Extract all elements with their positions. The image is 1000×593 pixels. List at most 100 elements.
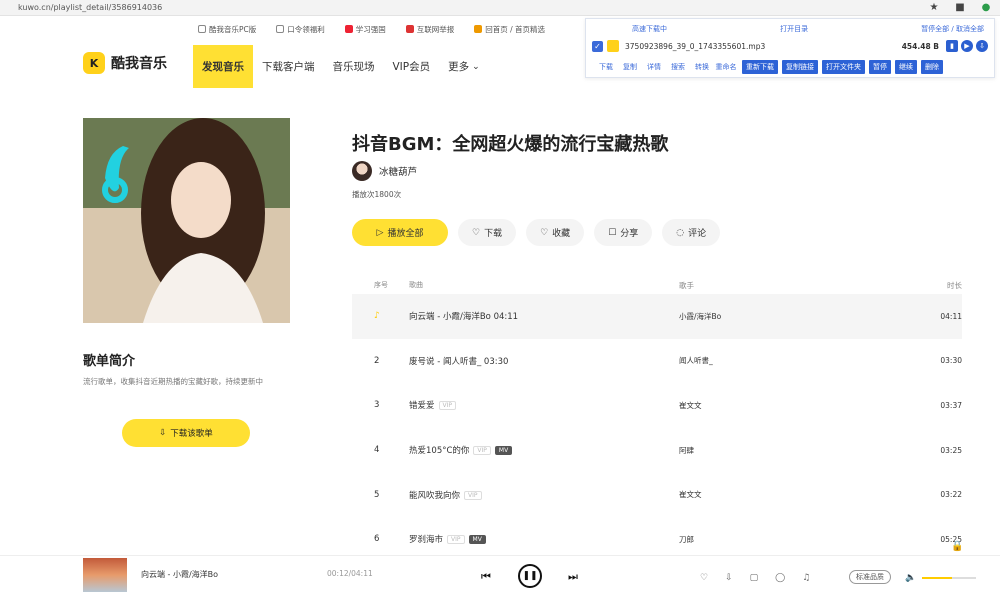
extension-icon[interactable]: ■ [954, 2, 966, 13]
song-artist[interactable]: 闻人听書_ [679, 355, 929, 366]
header-song: 歌曲 [409, 281, 423, 289]
song-table: 序号 歌曲 歌手 时长 ♪ 向云端 - 小霞/海洋Bo 04:11 小霞/海洋B… [352, 276, 962, 562]
header-index: 序号 [374, 281, 388, 289]
pause-icon[interactable]: ❚❚ [518, 564, 542, 588]
song-title[interactable]: 废号说 - 闻人听書_ 03:30 [409, 355, 679, 367]
table-row[interactable]: 3 错爱爱 VIP 崔文文 03:37 [352, 383, 962, 428]
document-icon[interactable]: ▮ [946, 40, 958, 52]
nav-vip[interactable]: VIP会员 [384, 45, 440, 88]
browser-toolbar: kuwo.cn/playlist_detail/3586914036 ★ ■ ● [0, 0, 1000, 16]
quality-button[interactable]: 标准品质 [849, 570, 891, 584]
song-title[interactable]: 罗刹海市 [409, 535, 443, 545]
song-title[interactable]: 错爱爱 [409, 401, 435, 411]
logo-icon: K [83, 52, 105, 74]
song-title[interactable]: 热爱105°C的你 [409, 446, 469, 456]
now-playing-cover[interactable] [83, 558, 127, 592]
creator-name[interactable]: 冰糖葫芦 [379, 164, 417, 178]
share-icon[interactable]: ◯ [775, 573, 785, 583]
next-icon[interactable]: ⏭ [568, 570, 578, 584]
nav-more[interactable]: 更多 ⌄ [439, 45, 489, 88]
open-dir-link[interactable]: 打开目录 [780, 24, 808, 34]
address-bar[interactable]: kuwo.cn/playlist_detail/3586914036 [18, 3, 162, 12]
song-artist[interactable]: 刀郎 [679, 534, 929, 545]
nav-live[interactable]: 音乐现场 [324, 45, 384, 88]
dl-link-rename[interactable]: 重命名 [714, 62, 738, 72]
song-title[interactable]: 能风吹我向你 [409, 491, 460, 501]
download-button[interactable]: ♡ 下载 [458, 219, 517, 246]
util-link-pc[interactable]: 酷我音乐PC版 [198, 24, 256, 35]
table-row[interactable]: 2 废号说 - 闻人听書_ 03:30 闻人听書_ 03:30 [352, 339, 962, 384]
util-link-code[interactable]: 口令领福利 [276, 24, 325, 35]
delete-button[interactable]: 删除 [921, 60, 943, 74]
download-playlist-button[interactable]: ⇩ 下载该歌单 [122, 419, 250, 447]
favorite-button[interactable]: ♡ 收藏 [526, 219, 585, 246]
now-playing-title[interactable]: 向云端 - 小霞/海洋Bo [141, 569, 218, 580]
share-button[interactable]: ☐ 分享 [594, 219, 653, 246]
gift-icon [276, 25, 285, 33]
comment-icon[interactable]: ▢ [750, 573, 759, 583]
nav-download-client[interactable]: 下载客户端 [253, 45, 324, 88]
site-logo[interactable]: K 酷我音乐 [83, 52, 167, 74]
song-artist[interactable]: 崔文文 [679, 489, 929, 500]
nav-discover[interactable]: 发现音乐 [193, 45, 253, 88]
table-row[interactable]: 5 能风吹我向你 VIP 崔文文 03:22 [352, 472, 962, 517]
song-artist[interactable]: 小霞/海洋Bo [679, 311, 929, 322]
flag-icon [474, 25, 483, 33]
player-icons: ♡ ⇩ ▢ ◯ ♫ [700, 573, 810, 583]
copy-link-button[interactable]: 复制链接 [782, 60, 818, 74]
page-root: kuwo.cn/playlist_detail/3586914036 ★ ■ ●… [0, 0, 1000, 593]
download-icon[interactable]: ⇩ [725, 573, 733, 583]
table-header: 序号 歌曲 歌手 时长 [352, 276, 962, 294]
utility-links: 酷我音乐PC版 口令领福利 学习强国 互联网举报 回首页 / 首页精选 [198, 24, 545, 35]
dl-link-detail[interactable]: 详情 [642, 62, 666, 72]
mv-badge[interactable]: MV [494, 446, 513, 456]
song-artist[interactable]: 崔文文 [679, 400, 929, 411]
checkbox[interactable]: ✓ [592, 40, 603, 52]
download-file-name: 3750923896_39_0_1743355601.mp3 [625, 41, 766, 51]
cover-illustration [83, 118, 290, 323]
redownload-button[interactable]: 重新下载 [742, 60, 778, 74]
playlist-cover [83, 118, 290, 323]
pause-cancel-all-link[interactable]: 暂停全部 / 取消全部 [921, 24, 984, 34]
dl-link-download[interactable]: 下载 [594, 62, 618, 72]
song-artist[interactable]: 阿肆 [679, 445, 929, 456]
download-file-row: ✓ 3750923896_39_0_1743355601.mp3 454.48 … [592, 40, 988, 52]
util-link-report[interactable]: 互联网举报 [405, 24, 454, 35]
heart-icon[interactable]: ♡ [700, 573, 708, 583]
play-icon: ▷ [376, 227, 384, 238]
intro-title: 歌单简介 [83, 354, 136, 369]
download-panel: 高速下载中 打开目录 暂停全部 / 取消全部 ✓ 3750923896_39_0… [585, 18, 995, 78]
mv-badge[interactable]: MV [468, 535, 486, 545]
lock-icon[interactable]: 🔒 [951, 541, 963, 552]
dl-link-copy[interactable]: 复制 [618, 62, 642, 72]
song-title[interactable]: 向云端 - 小霞/海洋Bo 04:11 [409, 310, 679, 322]
table-row[interactable]: 4 热爱105°C的你 VIP MV 阿肆 03:25 [352, 428, 962, 473]
volume-icon[interactable]: 🔈 [905, 573, 916, 583]
play-all-button[interactable]: ▷ 播放全部 [352, 219, 448, 246]
file-thumb [607, 40, 619, 52]
dl-link-search[interactable]: 搜索 [666, 62, 690, 72]
song-index: 3 [374, 400, 380, 411]
creator[interactable]: 冰糖葫芦 [352, 161, 417, 181]
table-row[interactable]: ♪ 向云端 - 小霞/海洋Bo 04:11 小霞/海洋Bo 04:11 [352, 294, 962, 339]
pause-button[interactable]: 暂停 [869, 60, 891, 74]
song-duration: 03:25 [940, 445, 962, 455]
profile-icon[interactable]: ● [980, 2, 992, 13]
playlist-icon[interactable]: ♫ [802, 573, 810, 583]
download-arrow-icon[interactable]: ⇩ [976, 40, 988, 52]
play-icon[interactable]: ▶ [961, 40, 973, 52]
open-folder-button[interactable]: 打开文件夹 [822, 60, 865, 74]
comment-button[interactable]: ◌ 评论 [662, 219, 721, 246]
song-duration: 03:37 [940, 400, 962, 410]
header-artist: 歌手 [679, 280, 694, 290]
playing-icon: ♪ [374, 311, 380, 322]
volume-slider[interactable] [922, 577, 976, 579]
star-icon[interactable]: ★ [928, 2, 940, 13]
util-link-home[interactable]: 回首页 / 首页精选 [474, 24, 545, 35]
previous-icon[interactable]: ⏮ [481, 570, 491, 584]
dl-link-convert[interactable]: 转换 [690, 62, 714, 72]
util-link-study[interactable]: 学习强国 [344, 24, 386, 35]
resume-button[interactable]: 继续 [895, 60, 917, 74]
play-count: 播放次1800次 [352, 190, 402, 199]
avatar[interactable] [352, 161, 372, 181]
